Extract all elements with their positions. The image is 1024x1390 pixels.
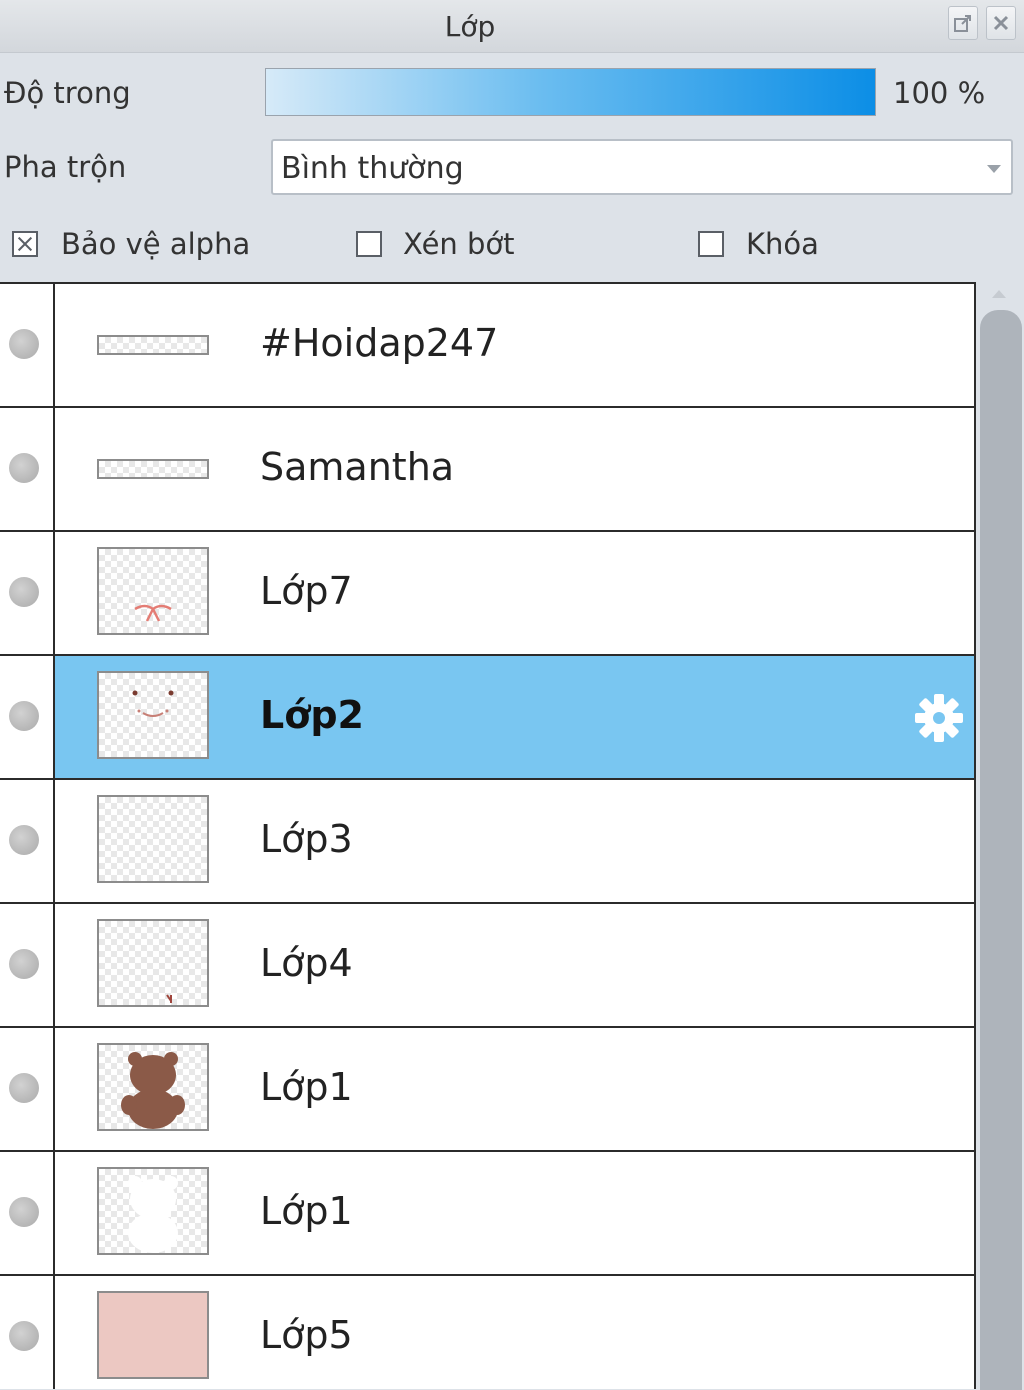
clip-label: Xén bớt <box>403 227 515 261</box>
opacity-label: Độ trong <box>4 76 131 110</box>
layer-list: #Hoidap247 Samantha Lớp7 Lớp2 Lớp3 Lớp4 … <box>0 282 976 1389</box>
layer-name: Lớp7 <box>260 569 353 613</box>
lock-label: Khóa <box>746 227 819 261</box>
visibility-dot-icon <box>9 1321 39 1351</box>
blend-mode-select[interactable]: Bình thường <box>271 139 1013 195</box>
layer-name: Lớp2 <box>260 693 364 737</box>
opacity-value: 100 % <box>893 76 986 110</box>
layer-name: Lớp1 <box>260 1065 353 1109</box>
visibility-toggle[interactable] <box>0 532 55 654</box>
layer-thumbnail <box>97 547 209 635</box>
layer-thumbnail <box>97 795 209 883</box>
alpha-protect-label: Bảo vệ alpha <box>61 227 251 261</box>
layer-name: Lớp3 <box>260 817 353 861</box>
scrollbar-thumb[interactable] <box>980 310 1022 1390</box>
gear-icon[interactable] <box>912 691 966 745</box>
alpha-protect-checkbox[interactable] <box>12 231 38 257</box>
visibility-toggle[interactable] <box>0 1276 55 1389</box>
visibility-dot-icon <box>9 577 39 607</box>
visibility-toggle[interactable] <box>0 1152 55 1274</box>
visibility-toggle[interactable] <box>0 904 55 1026</box>
layer-thumbnail <box>97 335 209 355</box>
close-icon[interactable] <box>986 6 1016 40</box>
layer-row[interactable]: Samantha <box>0 408 974 532</box>
layer-row[interactable]: Lớp1 <box>0 1152 974 1276</box>
layer-row[interactable]: Lớp1 <box>0 1028 974 1152</box>
layer-thumbnail <box>97 1167 209 1255</box>
layer-name: #Hoidap247 <box>260 321 499 365</box>
layer-name: Lớp5 <box>260 1313 353 1357</box>
panel-titlebar: Lớp <box>0 0 1024 53</box>
blend-mode-value: Bình thường <box>281 151 464 186</box>
visibility-dot-icon <box>9 825 39 855</box>
layer-thumbnail <box>97 1291 209 1379</box>
visibility-toggle[interactable] <box>0 408 55 530</box>
layer-row[interactable]: Lớp3 <box>0 780 974 904</box>
blend-mode-label: Pha trộn <box>4 150 127 184</box>
layer-row-selected[interactable]: Lớp2 <box>0 656 974 780</box>
layer-name: Lớp1 <box>260 1189 353 1233</box>
visibility-toggle[interactable] <box>0 656 55 778</box>
visibility-dot-icon <box>9 453 39 483</box>
visibility-toggle[interactable] <box>0 1028 55 1150</box>
scrollbar[interactable] <box>978 282 1024 1390</box>
popout-icon[interactable] <box>948 6 978 40</box>
visibility-dot-icon <box>9 1073 39 1103</box>
layer-thumbnail <box>97 459 209 479</box>
visibility-dot-icon <box>9 949 39 979</box>
layer-row[interactable]: Lớp5 <box>0 1276 974 1389</box>
visibility-dot-icon <box>9 701 39 731</box>
layer-name: Lớp4 <box>260 941 353 985</box>
visibility-dot-icon <box>9 329 39 359</box>
lock-checkbox[interactable] <box>698 231 724 257</box>
layer-thumbnail <box>97 919 209 1007</box>
chevron-down-icon <box>987 165 1001 173</box>
clip-checkbox[interactable] <box>356 231 382 257</box>
visibility-dot-icon <box>9 1197 39 1227</box>
layer-row[interactable]: #Hoidap247 <box>0 284 974 408</box>
visibility-toggle[interactable] <box>0 780 55 902</box>
panel-title: Lớp <box>444 10 496 43</box>
layer-row[interactable]: Lớp7 <box>0 532 974 656</box>
layer-name: Samantha <box>260 445 455 489</box>
layer-thumbnail <box>97 671 209 759</box>
layer-row[interactable]: Lớp4 <box>0 904 974 1028</box>
layer-thumbnail <box>97 1043 209 1131</box>
scroll-up-arrow-icon[interactable] <box>992 290 1006 298</box>
visibility-toggle[interactable] <box>0 284 55 406</box>
opacity-slider[interactable] <box>265 68 876 116</box>
